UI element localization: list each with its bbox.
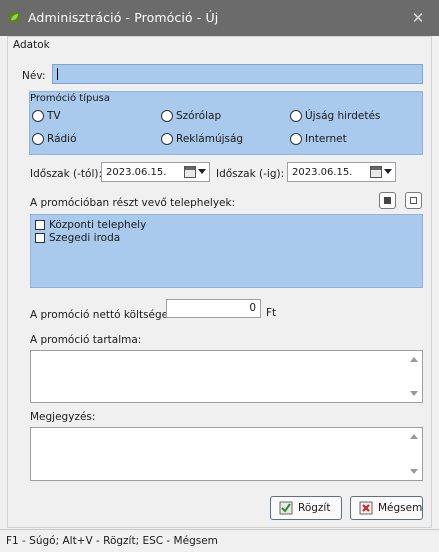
radio-circle-icon	[161, 133, 173, 145]
radio-circle-icon	[290, 133, 302, 145]
radio-circle-icon	[290, 110, 302, 122]
checkbox-icon[interactable]	[35, 220, 45, 230]
calendar-icon[interactable]	[370, 166, 382, 178]
close-icon[interactable]: ✕	[405, 6, 431, 30]
cost-label: A promóció nettó költsége:	[30, 309, 172, 321]
radio-circle-icon	[32, 133, 44, 145]
radio-circle-icon	[161, 110, 173, 122]
calendar-icon[interactable]	[184, 166, 196, 178]
radio-label: Újság hirdetés	[305, 110, 381, 122]
name-label: Név:	[22, 70, 46, 82]
checkbox-icon[interactable]	[35, 233, 45, 243]
status-text: F1 - Súgó; Alt+V - Rögzít; ESC - Mégsem	[6, 535, 218, 547]
radio-label: Rádió	[47, 133, 77, 145]
save-button[interactable]: Rögzít	[270, 496, 342, 520]
scroll-down-icon[interactable]	[410, 469, 418, 474]
status-bar: F1 - Súgó; Alt+V - Rögzít; ESC - Mégsem	[0, 529, 439, 552]
text-caret	[57, 68, 58, 80]
radio-label: Reklámújság	[176, 133, 244, 145]
title-bar: Adminisztráció - Promóció - Új ✕	[0, 0, 439, 36]
locations-listbox[interactable]: Központi telephely Szegedi iroda	[30, 214, 423, 288]
save-button-label: Rögzít	[298, 502, 331, 514]
select-all-icon	[384, 197, 391, 204]
note-label: Megjegyzés:	[30, 411, 96, 423]
radio-label: Internet	[305, 133, 347, 145]
promo-type-title: Promóció típusa	[30, 93, 111, 104]
period-to-value: 2023.06.15.	[292, 167, 353, 178]
period-from-datepicker[interactable]: 2023.06.15.	[101, 162, 210, 182]
cost-unit: Ft	[266, 307, 277, 319]
deselect-all-icon	[410, 197, 417, 204]
cancel-button[interactable]: Mégsem	[350, 496, 423, 520]
locations-label: A promócióban részt vevő telephelyek:	[30, 197, 236, 209]
save-check-icon	[279, 501, 293, 515]
radio-label: Szórólap	[176, 110, 222, 122]
scroll-up-icon[interactable]	[410, 434, 418, 439]
cancel-x-icon	[359, 501, 373, 515]
content-textarea[interactable]	[30, 350, 423, 403]
period-to-datepicker[interactable]: 2023.06.15.	[287, 162, 396, 182]
content-label: A promóció tartalma:	[30, 334, 142, 346]
group-title: Adatok	[13, 39, 50, 51]
period-from-value: 2023.06.15.	[106, 167, 167, 178]
name-input[interactable]	[52, 64, 423, 84]
chevron-down-icon[interactable]	[198, 169, 206, 174]
cancel-button-label: Mégsem	[378, 502, 423, 514]
select-all-button[interactable]	[379, 192, 396, 209]
promo-type-group: Promóció típusa TV Szórólap Újság hirdet…	[29, 91, 423, 155]
radio-label: TV	[47, 110, 61, 122]
cost-input[interactable]: 0	[166, 299, 261, 318]
deselect-all-button[interactable]	[405, 192, 422, 209]
scroll-up-icon[interactable]	[410, 357, 418, 362]
scroll-down-icon[interactable]	[410, 391, 418, 396]
cost-value: 0	[249, 302, 256, 314]
location-item-label: Központi telephely	[49, 219, 147, 231]
app-leaf-icon	[9, 12, 20, 23]
note-textarea[interactable]	[30, 427, 423, 481]
chevron-down-icon[interactable]	[384, 169, 392, 174]
period-to-label: Időszak (-ig):	[216, 168, 285, 180]
window-title: Adminisztráció - Promóció - Új	[28, 10, 219, 25]
period-from-label: Időszak (-tól):	[30, 168, 102, 180]
radio-circle-icon	[32, 110, 44, 122]
location-item-label: Szegedi iroda	[49, 232, 121, 244]
